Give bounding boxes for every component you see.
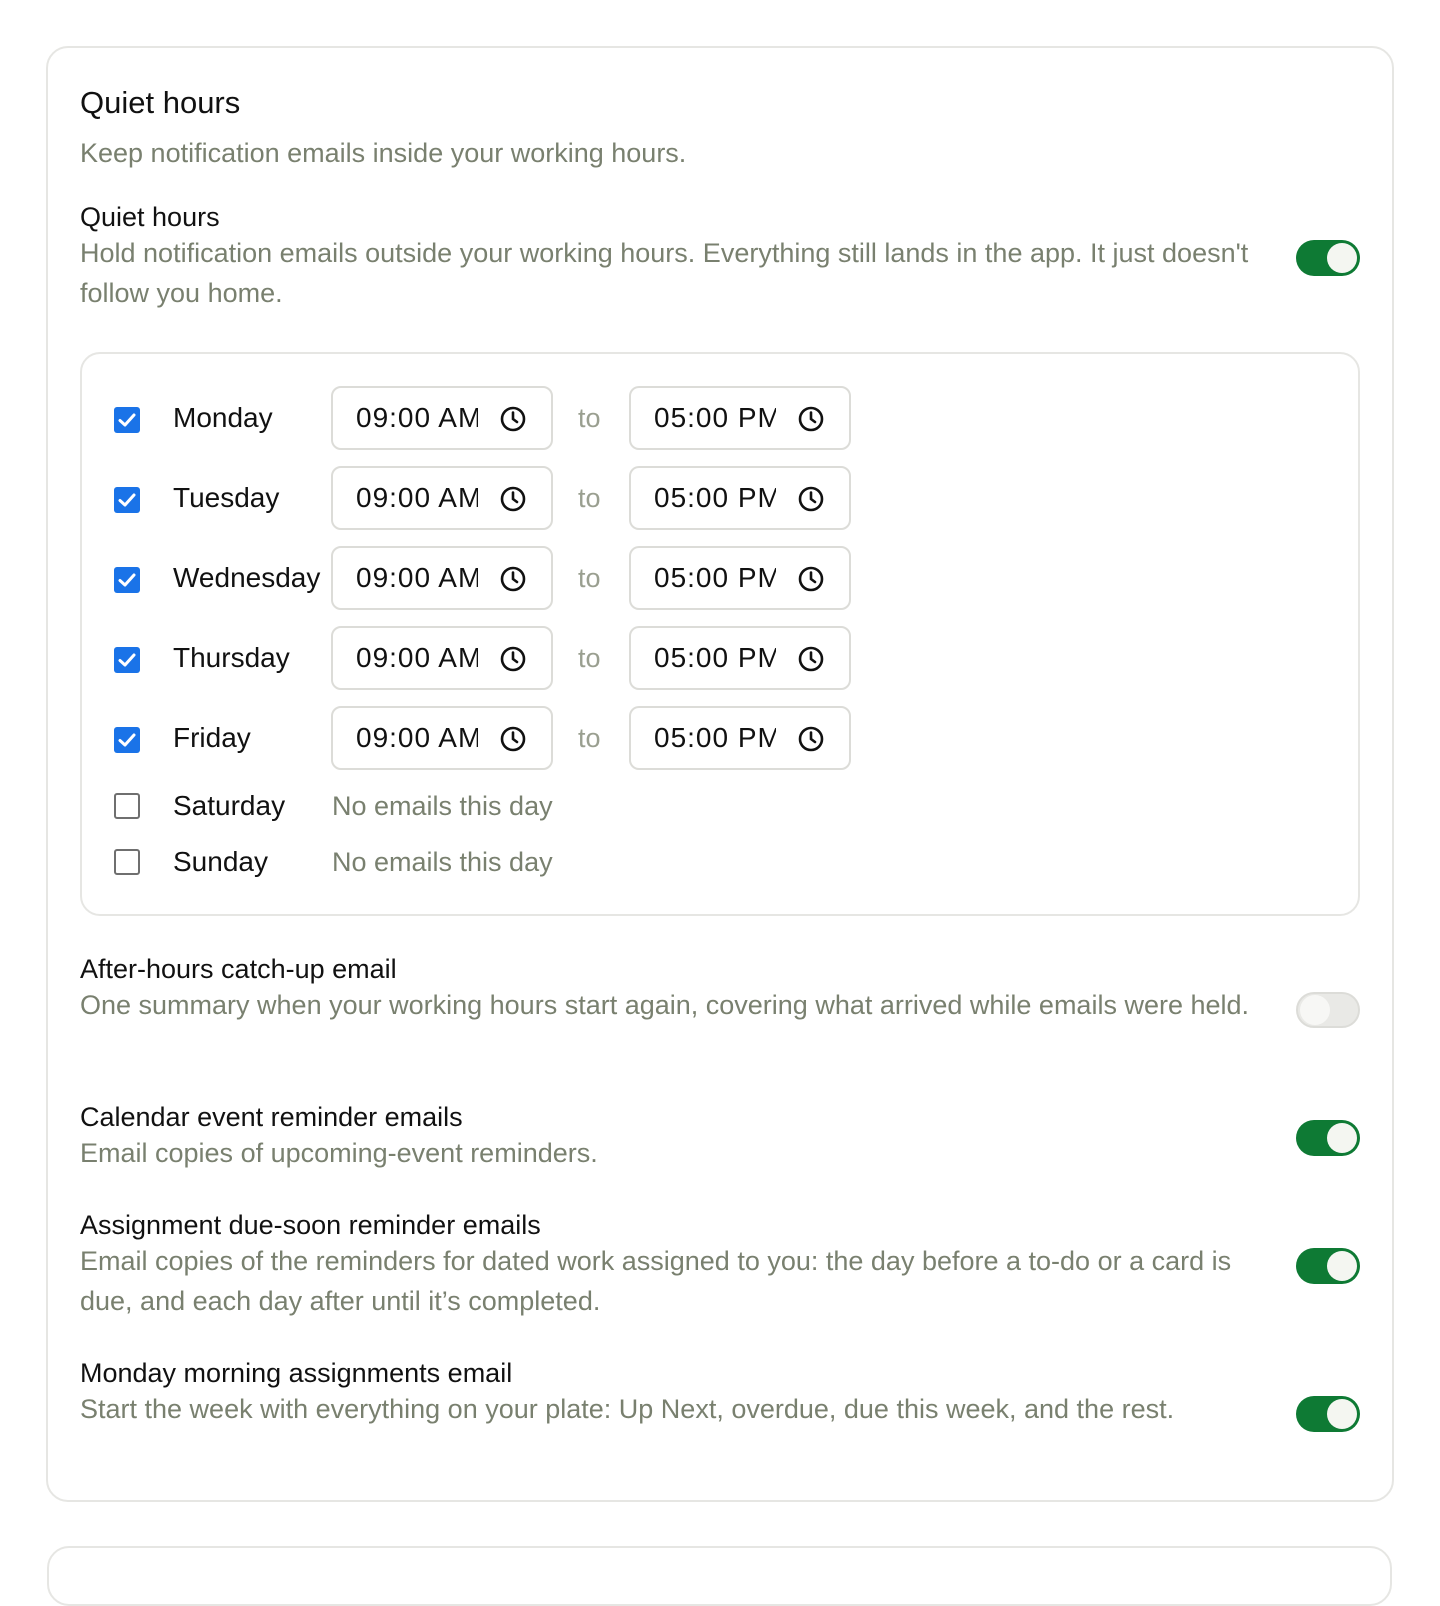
section-title: Quiet hours [80,85,241,120]
to-separator: to [578,723,601,753]
day-name: Wednesday [173,562,321,593]
day-name: Friday [173,722,251,753]
setting-label: Quiet hours [80,202,220,232]
day-name: Tuesday [173,482,280,513]
monday-start-time-input[interactable]: 09:00 AM [331,386,553,450]
time-value: 09:00 AM [356,402,478,433]
section-description: Keep notification emails inside your wor… [80,138,687,168]
no-emails-note: No emails this day [332,847,553,877]
tuesday-start-time-input[interactable]: 09:00 AM [331,466,553,530]
day-name: Monday [173,402,273,433]
friday-end-time-input[interactable]: 05:00 PM [629,706,851,770]
day-name: Sunday [173,846,268,877]
setting-label: After-hours catch-up email [80,954,397,984]
setting-description: One summary when your working hours star… [80,990,1250,1020]
day-name: Saturday [173,790,286,821]
setting-label: Assignment due-soon reminder emails [80,1210,541,1240]
schedule-row-friday: Friday 09:00 AM to 05:00 PM [82,706,1358,770]
checkmark-icon [118,573,136,587]
quiet-hours-toggle[interactable] [1296,240,1360,276]
friday-checkbox[interactable] [114,727,140,753]
clock-icon [798,566,824,592]
toggle-knob [1327,1123,1357,1153]
time-value: 05:00 PM [654,402,776,433]
setting-monday-morning-assignments: Monday morning assignments email Start t… [80,1356,1265,1429]
time-value: 09:00 AM [356,642,478,673]
setting-assignment-due-soon: Assignment due-soon reminder emails Emai… [80,1208,1265,1321]
friday-start-time-input[interactable]: 09:00 AM [331,706,553,770]
schedule-row-sunday: Sunday No emails this day [82,840,1358,884]
clock-icon [500,566,526,592]
to-separator: to [578,563,601,593]
to-separator: to [578,483,601,513]
after-hours-catch-up-toggle[interactable] [1296,992,1360,1028]
setting-description: Hold notification emails outside your wo… [80,238,1249,308]
to-separator: to [578,403,601,433]
clock-icon [500,726,526,752]
tuesday-checkbox[interactable] [114,487,140,513]
setting-description: Start the week with everything on your p… [80,1394,1175,1424]
setting-label: Monday morning assignments email [80,1358,513,1388]
wednesday-start-time-input[interactable]: 09:00 AM [331,546,553,610]
clock-icon [500,486,526,512]
time-value: 09:00 AM [356,562,478,593]
wednesday-checkbox[interactable] [114,567,140,593]
next-settings-card [47,1546,1392,1606]
clock-icon [500,406,526,432]
schedule-row-tuesday: Tuesday 09:00 AM to 05:00 PM [82,466,1358,530]
checkmark-icon [118,493,136,507]
clock-icon [798,406,824,432]
to-separator: to [578,643,601,673]
setting-description: Email copies of the reminders for dated … [80,1246,1232,1316]
saturday-checkbox[interactable] [114,793,140,819]
thursday-checkbox[interactable] [114,647,140,673]
checkmark-icon [118,733,136,747]
clock-icon [500,646,526,672]
time-value: 05:00 PM [654,482,776,513]
wednesday-end-time-input[interactable]: 05:00 PM [629,546,851,610]
monday-end-time-input[interactable]: 05:00 PM [629,386,851,450]
setting-quiet-hours: Quiet hours Hold notification emails out… [80,200,1265,313]
time-value: 05:00 PM [654,642,776,673]
monday-checkbox[interactable] [114,407,140,433]
schedule-row-monday: Monday 09:00 AM to 05:00 PM [82,386,1358,450]
tuesday-end-time-input[interactable]: 05:00 PM [629,466,851,530]
setting-description: Email copies of upcoming-event reminders… [80,1138,598,1168]
setting-calendar-event-reminders: Calendar event reminder emails Email cop… [80,1100,1265,1173]
checkmark-icon [118,413,136,427]
toggle-knob [1327,243,1357,273]
assignment-due-soon-toggle[interactable] [1296,1248,1360,1284]
time-value: 05:00 PM [654,562,776,593]
toggle-knob [1300,995,1330,1025]
monday-morning-assignments-toggle[interactable] [1296,1396,1360,1432]
no-emails-note: No emails this day [332,791,553,821]
checkmark-icon [118,653,136,667]
weekly-schedule: Monday 09:00 AM to 05:00 PM Tuesday 09:0… [80,352,1360,916]
setting-label: Calendar event reminder emails [80,1102,463,1132]
clock-icon [798,486,824,512]
clock-icon [798,646,824,672]
schedule-row-saturday: Saturday No emails this day [82,784,1358,828]
time-value: 05:00 PM [654,722,776,753]
setting-after-hours-catch-up: After-hours catch-up email One summary w… [80,952,1265,1025]
thursday-end-time-input[interactable]: 05:00 PM [629,626,851,690]
clock-icon [798,726,824,752]
schedule-row-wednesday: Wednesday 09:00 AM to 05:00 PM [82,546,1358,610]
thursday-start-time-input[interactable]: 09:00 AM [331,626,553,690]
time-value: 09:00 AM [356,722,478,753]
time-value: 09:00 AM [356,482,478,513]
day-name: Thursday [173,642,290,673]
calendar-event-reminders-toggle[interactable] [1296,1120,1360,1156]
sunday-checkbox[interactable] [114,849,140,875]
toggle-knob [1327,1251,1357,1281]
toggle-knob [1327,1399,1357,1429]
schedule-row-thursday: Thursday 09:00 AM to 05:00 PM [82,626,1358,690]
